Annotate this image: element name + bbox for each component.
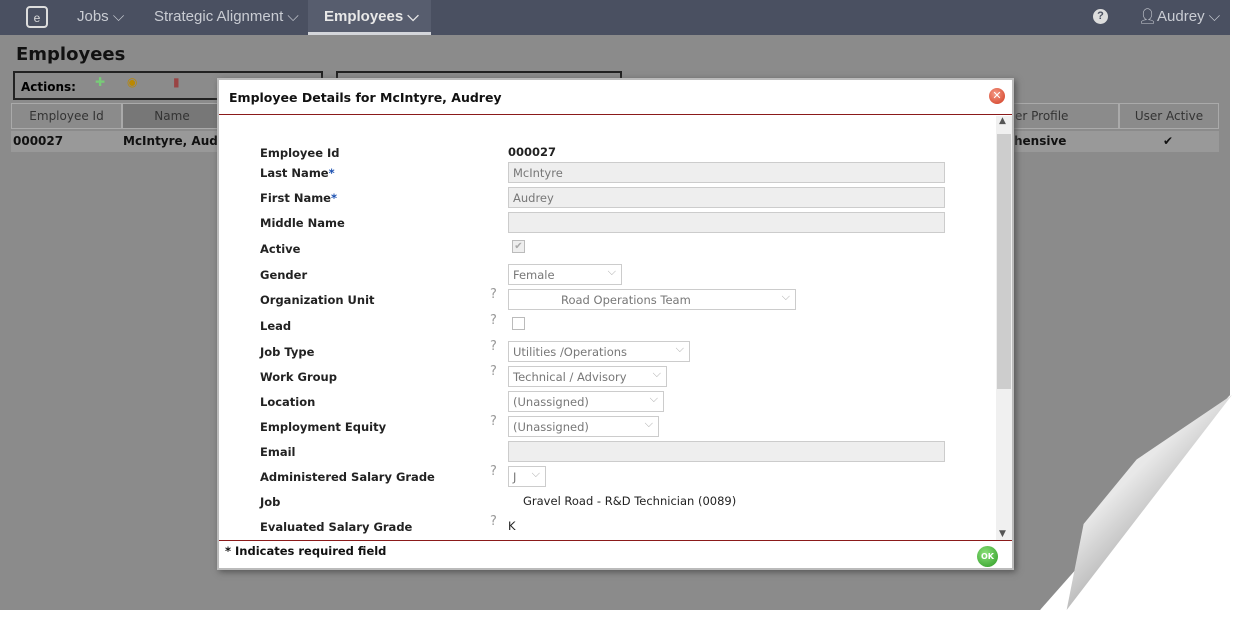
label-job: Job [260,495,281,509]
actions-label: Actions: [21,80,76,94]
scrollbar-thumb[interactable] [997,134,1011,389]
label-lead: Lead [260,319,292,333]
ok-button[interactable]: OK [977,546,998,567]
close-icon[interactable]: ✕ [989,88,1005,104]
label-admin-salary-grade: Administered Salary Grade [260,470,435,484]
nav-jobs[interactable]: Jobs ⌵ [77,0,124,35]
work-group-select[interactable]: Technical / Advisory [508,366,667,387]
view-icon[interactable]: ◉ [127,75,137,89]
label-eval-salary-grade: Evaluated Salary Grade [260,520,413,534]
delete-icon[interactable]: ▮ [173,75,180,89]
label-employment-equity: Employment Equity [260,420,387,434]
org-unit-select[interactable]: Road Operations Team [508,289,796,310]
employee-details-dialog: Employee Details for McIntyre, Audrey ✕ … [217,78,1014,570]
dialog-body: Employee Id 000027 Last Name* McIntyre Fir… [219,116,1012,540]
job-value: Gravel Road - R&D Technician (0089) [523,494,737,508]
eval-salary-grade-value: K [508,519,516,533]
job-type-select[interactable]: Utilities /Operations [508,341,690,362]
label-middle-name: Middle Name [260,216,345,230]
help-icon[interactable]: ? [490,464,497,479]
cell-active: ✔ [1163,134,1174,148]
top-nav: e Jobs ⌵ Strategic Alignment ⌵ Employees… [0,0,1230,35]
gender-select[interactable]: Female [508,264,622,285]
nav-strategic-alignment[interactable]: Strategic Alignment ⌵ [154,0,299,35]
scrollbar[interactable]: ▲ ▼ [996,116,1012,540]
help-icon[interactable]: ? [490,339,497,354]
cell-name: McIntyre, Aud [123,134,218,148]
label-gender: Gender [260,268,308,282]
col-name[interactable]: Name [122,103,222,129]
active-checkbox[interactable]: ✔ [512,240,525,253]
user-icon: 👤︎ [1138,8,1158,25]
help-icon[interactable]: ? [1093,9,1108,24]
col-user-profile[interactable]: er Profile [1000,103,1119,129]
location-select[interactable]: (Unassigned) [508,391,664,412]
label-first-name: First Name* [260,191,337,205]
label-job-type: Job Type [260,345,315,359]
user-menu[interactable]: 👤︎Audrey ⌵ [1138,0,1220,35]
last-name-input[interactable]: McIntyre [508,162,945,183]
lead-checkbox[interactable] [512,317,525,330]
employee-id-value: 000027 [508,145,557,159]
label-work-group: Work Group [260,370,337,384]
cell-profile: hensive [1014,134,1067,148]
help-icon[interactable]: ? [490,364,497,379]
help-icon[interactable]: ? [490,313,497,328]
label-employee-id: Employee Id [260,146,340,160]
scroll-down-icon[interactable]: ▼ [999,529,1006,539]
col-employee-id[interactable]: Employee Id [11,103,122,129]
scroll-up-icon[interactable]: ▲ [999,116,1006,126]
admin-salary-grade-select[interactable]: J [508,466,546,487]
required-note: * Indicates required field [225,544,387,558]
cell-id: 000027 [13,134,64,148]
label-email: Email [260,445,296,459]
dialog-title: Employee Details for McIntyre, Audrey [229,90,502,105]
col-user-active[interactable]: User Active [1119,103,1219,129]
page-title: Employees [16,44,126,65]
middle-name-input[interactable] [508,212,945,233]
employment-equity-select[interactable]: (Unassigned) [508,416,659,437]
help-icon[interactable]: ? [490,414,497,429]
email-input[interactable] [508,441,945,462]
label-location: Location [260,395,316,409]
label-active: Active [260,242,301,256]
label-org-unit: Organization Unit [260,293,375,307]
help-icon[interactable]: ? [490,287,497,302]
help-icon[interactable]: ? [490,514,497,529]
nav-employees[interactable]: Employees ⌵ [308,0,431,35]
logo-icon[interactable]: e [26,6,48,28]
label-last-name: Last Name* [260,166,335,180]
first-name-input[interactable]: Audrey [508,187,945,208]
add-icon[interactable]: ✚ [95,75,105,89]
